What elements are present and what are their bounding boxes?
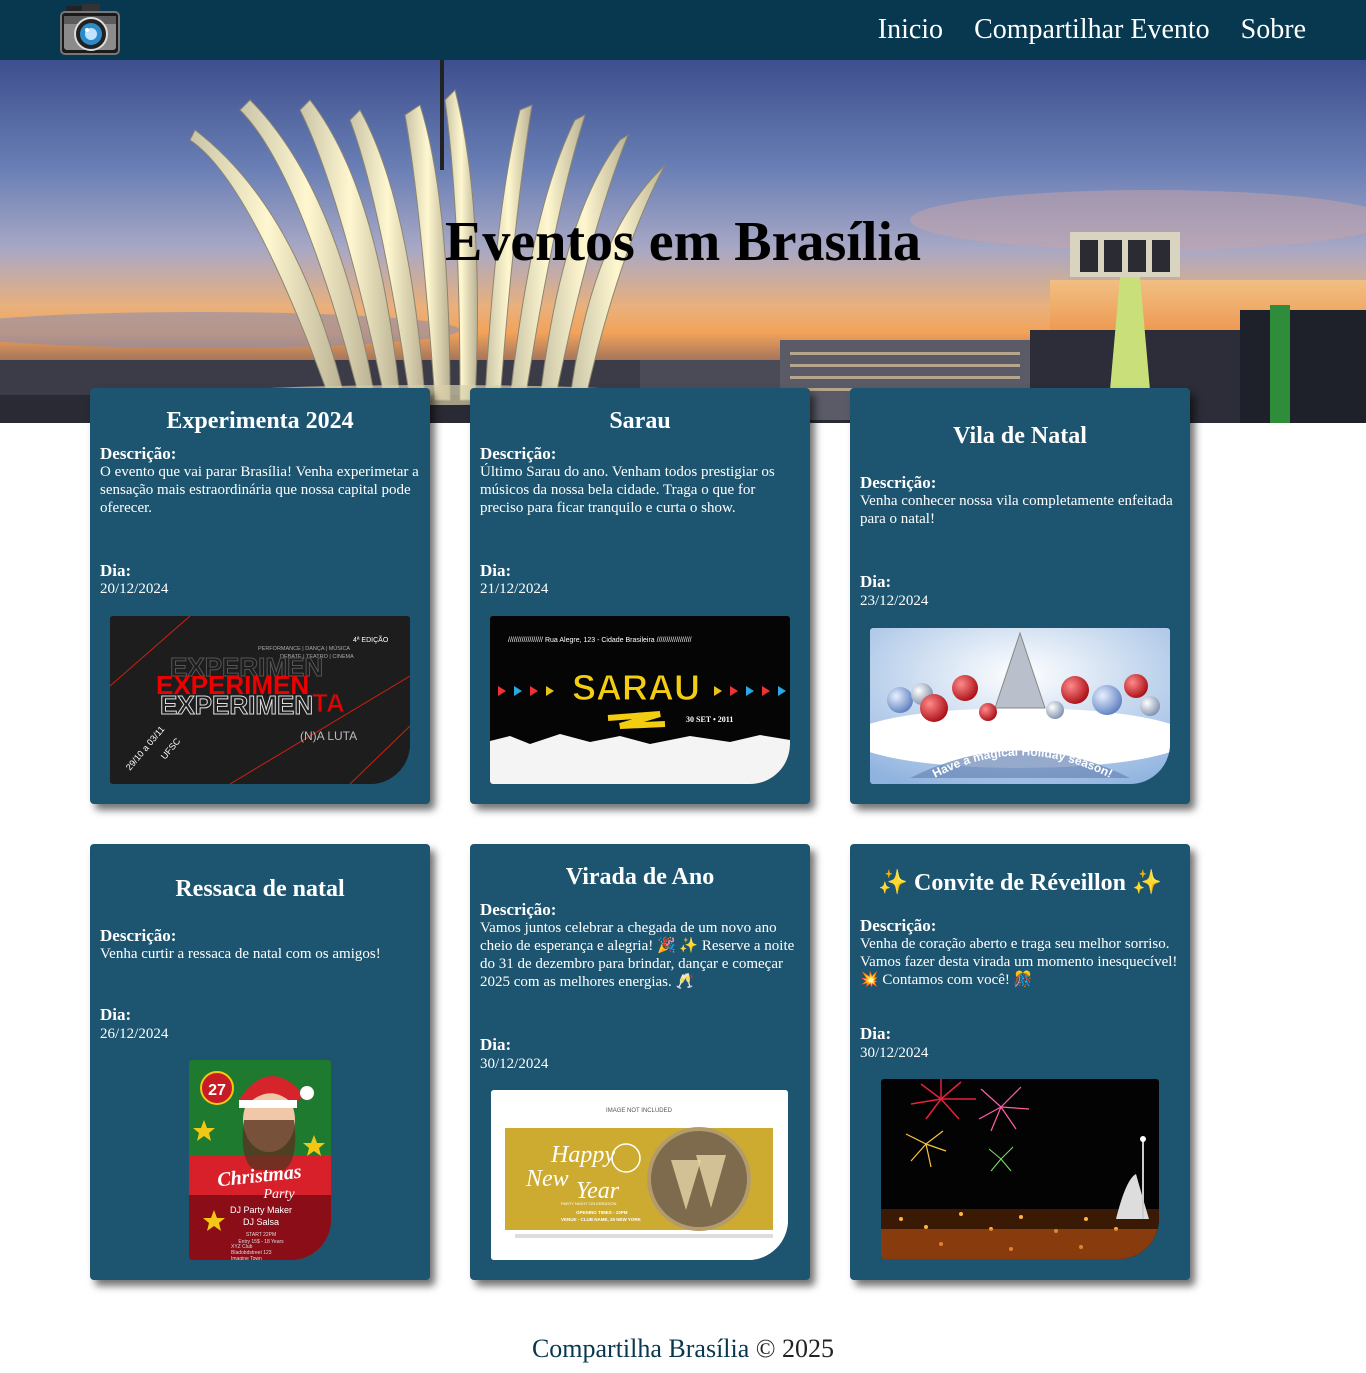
svg-text:(N)A LUTA: (N)A LUTA <box>300 729 357 743</box>
description-label: Descrição: <box>860 473 937 492</box>
event-date: 26/12/2024 <box>100 1026 169 1042</box>
event-date: 30/12/2024 <box>860 1045 929 1061</box>
event-description: Último Sarau do ano. Venham todos presti… <box>480 464 775 516</box>
description-label: Descrição: <box>480 900 557 919</box>
event-poster-image[interactable]: IMAGE NOT INCLUDED Happy New Year PARTY … <box>491 1090 788 1260</box>
event-title: Experimenta 2024 <box>166 408 354 434</box>
event-poster-image[interactable]: Have a magical Holiday season! <box>870 628 1170 784</box>
svg-text:////////////////// Rua Alegre: ////////////////// Rua Alegre, 123 - Cid… <box>508 637 692 644</box>
day-label: Dia: <box>100 1005 132 1024</box>
svg-text:PERFORMANCE | DANÇA | MÚSICA: PERFORMANCE | DANÇA | MÚSICA <box>258 645 350 652</box>
event-description: Venha conhecer nossa vila completamente … <box>860 493 1173 527</box>
event-poster-image[interactable]: 27 Christmas Party DJ Party Maker DJ Sal… <box>189 1060 331 1260</box>
svg-text:EXPERIMEN: EXPERIMEN <box>160 690 313 720</box>
svg-text:PARTY NIGHT CELEBRATION: PARTY NIGHT CELEBRATION <box>561 1201 617 1206</box>
svg-text:Happy: Happy <box>550 1142 615 1168</box>
svg-text:27: 27 <box>208 1082 226 1099</box>
event-date: 20/12/2024 <box>100 581 169 597</box>
day-label: Dia: <box>480 561 512 580</box>
svg-text:New: New <box>525 1166 569 1192</box>
svg-text:DJ Party Maker: DJ Party Maker <box>230 1205 292 1215</box>
day-label: Dia: <box>860 1024 892 1043</box>
nav-link-inicio[interactable]: Inicio <box>878 14 943 46</box>
event-poster-image[interactable]: ////////////////// Rua Alegre, 123 - Cid… <box>490 616 790 784</box>
event-card: Virada de Ano Descrição: Vamos juntos ce… <box>470 844 810 1280</box>
day-label: Dia: <box>100 561 132 580</box>
day-label: Dia: <box>480 1035 512 1054</box>
navbar: Inicio Compartilhar Evento Sobre <box>0 0 1366 60</box>
hero-banner: Eventos em Brasília <box>0 60 1366 423</box>
svg-text:4ª EDIÇÃO: 4ª EDIÇÃO <box>353 635 389 644</box>
event-title: Sarau <box>609 408 671 434</box>
svg-text:TA: TA <box>312 688 345 718</box>
event-poster-image[interactable] <box>881 1079 1159 1259</box>
event-title: Vila de Natal <box>953 423 1087 449</box>
day-label: Dia: <box>860 572 892 591</box>
event-description: O evento que vai parar Brasília! Venha e… <box>100 464 419 516</box>
event-poster-image[interactable]: 4ª EDIÇÃO PERFORMANCE | DANÇA | MÚSICA D… <box>110 616 410 784</box>
nav-link-sobre[interactable]: Sobre <box>1241 14 1306 46</box>
event-description: Venha de coração aberto e traga seu melh… <box>860 936 1178 988</box>
svg-text:SARAU: SARAU <box>572 667 700 708</box>
event-title: ✨ Convite de Réveillon ✨ <box>878 870 1162 896</box>
svg-text:Party: Party <box>262 1187 295 1202</box>
footer: Compartilha Brasília © 2025 <box>0 1334 1366 1364</box>
event-description: Vamos juntos celebrar a chegada de um no… <box>480 920 795 990</box>
svg-text:IMAGE NOT INCLUDED: IMAGE NOT INCLUDED <box>606 1108 673 1114</box>
svg-text:VENUE - CLUB NAME, 25 NEW YORK: VENUE - CLUB NAME, 25 NEW YORK <box>561 1217 642 1222</box>
svg-text:30 SET • 2011: 30 SET • 2011 <box>686 715 733 724</box>
nav-link-compartilhar-evento[interactable]: Compartilhar Evento <box>974 14 1210 46</box>
description-label: Descrição: <box>860 916 937 935</box>
event-card: Sarau Descrição: Último Sarau do ano. Ve… <box>470 388 810 804</box>
event-card: Vila de Natal Descrição: Venha conhecer … <box>850 388 1190 804</box>
event-card: Experimenta 2024 Descrição: O evento que… <box>90 388 430 804</box>
event-date: 21/12/2024 <box>480 581 549 597</box>
svg-text:DJ Salsa: DJ Salsa <box>243 1217 279 1227</box>
hero-title: Eventos em Brasília <box>445 211 921 273</box>
footer-brand: Compartilha Brasília <box>531 1334 750 1363</box>
description-label: Descrição: <box>100 926 177 945</box>
description-label: Descrição: <box>100 444 177 463</box>
footer-copyright: © 2025 <box>755 1334 835 1363</box>
svg-text:Imagine Town: Imagine Town <box>231 1256 262 1260</box>
event-description: Venha curtir a ressaca de natal com os a… <box>100 946 381 962</box>
event-title: Ressaca de natal <box>175 876 345 902</box>
event-title: Virada de Ano <box>565 864 715 890</box>
svg-text:START 22PM: START 22PM <box>246 1232 276 1238</box>
event-date: 30/12/2024 <box>480 1056 549 1072</box>
event-card: Ressaca de natal Descrição: Venha curtir… <box>90 844 430 1280</box>
camera-icon[interactable] <box>60 4 120 56</box>
svg-text:OPENING TIMES - 10PM: OPENING TIMES - 10PM <box>576 1210 628 1215</box>
description-label: Descrição: <box>480 444 557 463</box>
event-date: 23/12/2024 <box>860 593 929 609</box>
event-card: ✨ Convite de Réveillon ✨ Descrição: Venh… <box>850 844 1190 1280</box>
